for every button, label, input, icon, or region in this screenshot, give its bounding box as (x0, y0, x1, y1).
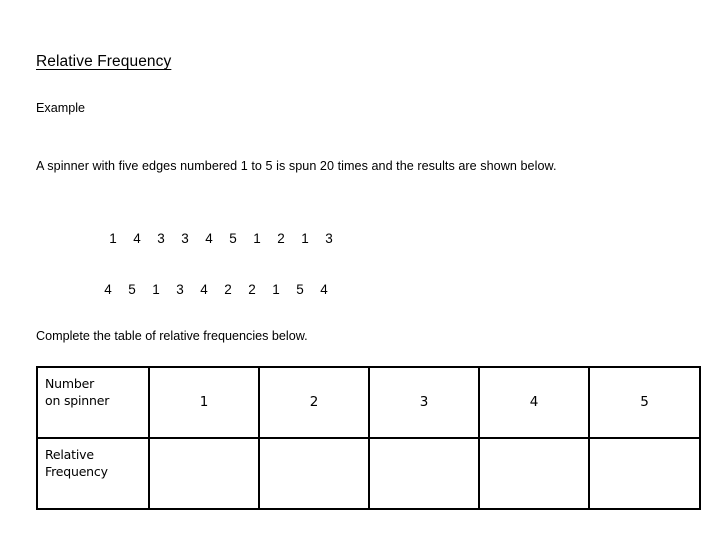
table-row-relative-frequency: Relative Frequency (36, 437, 701, 510)
result-value: 4 (200, 282, 208, 297)
result-value: 4 (104, 282, 112, 297)
cell-spinner-number-1: 1 (148, 366, 260, 439)
result-value: 2 (248, 282, 256, 297)
table-row-spinner-numbers: Number on spinner 1 2 3 4 5 (36, 366, 701, 439)
relative-frequency-value (370, 439, 478, 506)
spinner-number-value: 2 (309, 393, 319, 410)
cell-relative-frequency-1[interactable] (148, 437, 260, 510)
spinner-number-value: 4 (529, 393, 539, 410)
page-title: Relative Frequency (36, 53, 172, 70)
slide-canvas: Relative Frequency Example A spinner wit… (0, 0, 720, 540)
spinner-number-value: 5 (640, 393, 649, 410)
cell-spinner-number-3: 3 (368, 366, 480, 439)
cell-relative-frequency-2[interactable] (258, 437, 370, 510)
row-header-relative-frequency: Relative Frequency (36, 437, 150, 510)
row-header-label: Relative Frequency (45, 447, 108, 479)
result-value: 3 (325, 231, 333, 246)
result-value: 3 (176, 282, 184, 297)
cell-spinner-number-5: 5 (588, 366, 701, 439)
result-value: 5 (296, 282, 304, 297)
cell-relative-frequency-3[interactable] (368, 437, 480, 510)
result-value: 3 (157, 231, 165, 246)
result-value: 4 (205, 231, 213, 246)
result-value: 1 (253, 231, 261, 246)
task-instruction: Complete the table of relative frequenci… (36, 329, 308, 343)
result-value: 5 (229, 231, 237, 246)
result-value: 1 (301, 231, 309, 246)
result-value: 3 (181, 231, 189, 246)
relative-frequency-value (260, 439, 368, 506)
results-row-1: 1 4 3 3 4 5 1 2 1 3 (101, 232, 341, 246)
cell-relative-frequency-5[interactable] (588, 437, 701, 510)
row-header-number-on-spinner: Number on spinner (36, 366, 150, 439)
result-value: 4 (320, 282, 328, 297)
result-value: 2 (224, 282, 232, 297)
relative-frequency-table: Number on spinner 1 2 3 4 5 Relative Fre… (36, 366, 701, 510)
spinner-number-value: 3 (419, 393, 429, 410)
result-value: 1 (272, 282, 280, 297)
row-header-label: Number on spinner (45, 376, 110, 408)
problem-statement: A spinner with five edges numbered 1 to … (36, 159, 557, 173)
relative-frequency-value (590, 439, 699, 506)
cell-relative-frequency-4[interactable] (478, 437, 590, 510)
result-value: 4 (133, 231, 141, 246)
relative-frequency-value (150, 439, 258, 506)
spinner-number-value: 1 (199, 393, 209, 410)
relative-frequency-value (480, 439, 588, 506)
result-value: 5 (128, 282, 136, 297)
results-row-2: 4 5 1 3 4 2 2 1 5 4 (96, 283, 336, 297)
result-value: 1 (109, 231, 117, 246)
cell-spinner-number-2: 2 (258, 366, 370, 439)
cell-spinner-number-4: 4 (478, 366, 590, 439)
result-value: 2 (277, 231, 285, 246)
result-value: 1 (152, 282, 160, 297)
example-label: Example (36, 101, 85, 115)
